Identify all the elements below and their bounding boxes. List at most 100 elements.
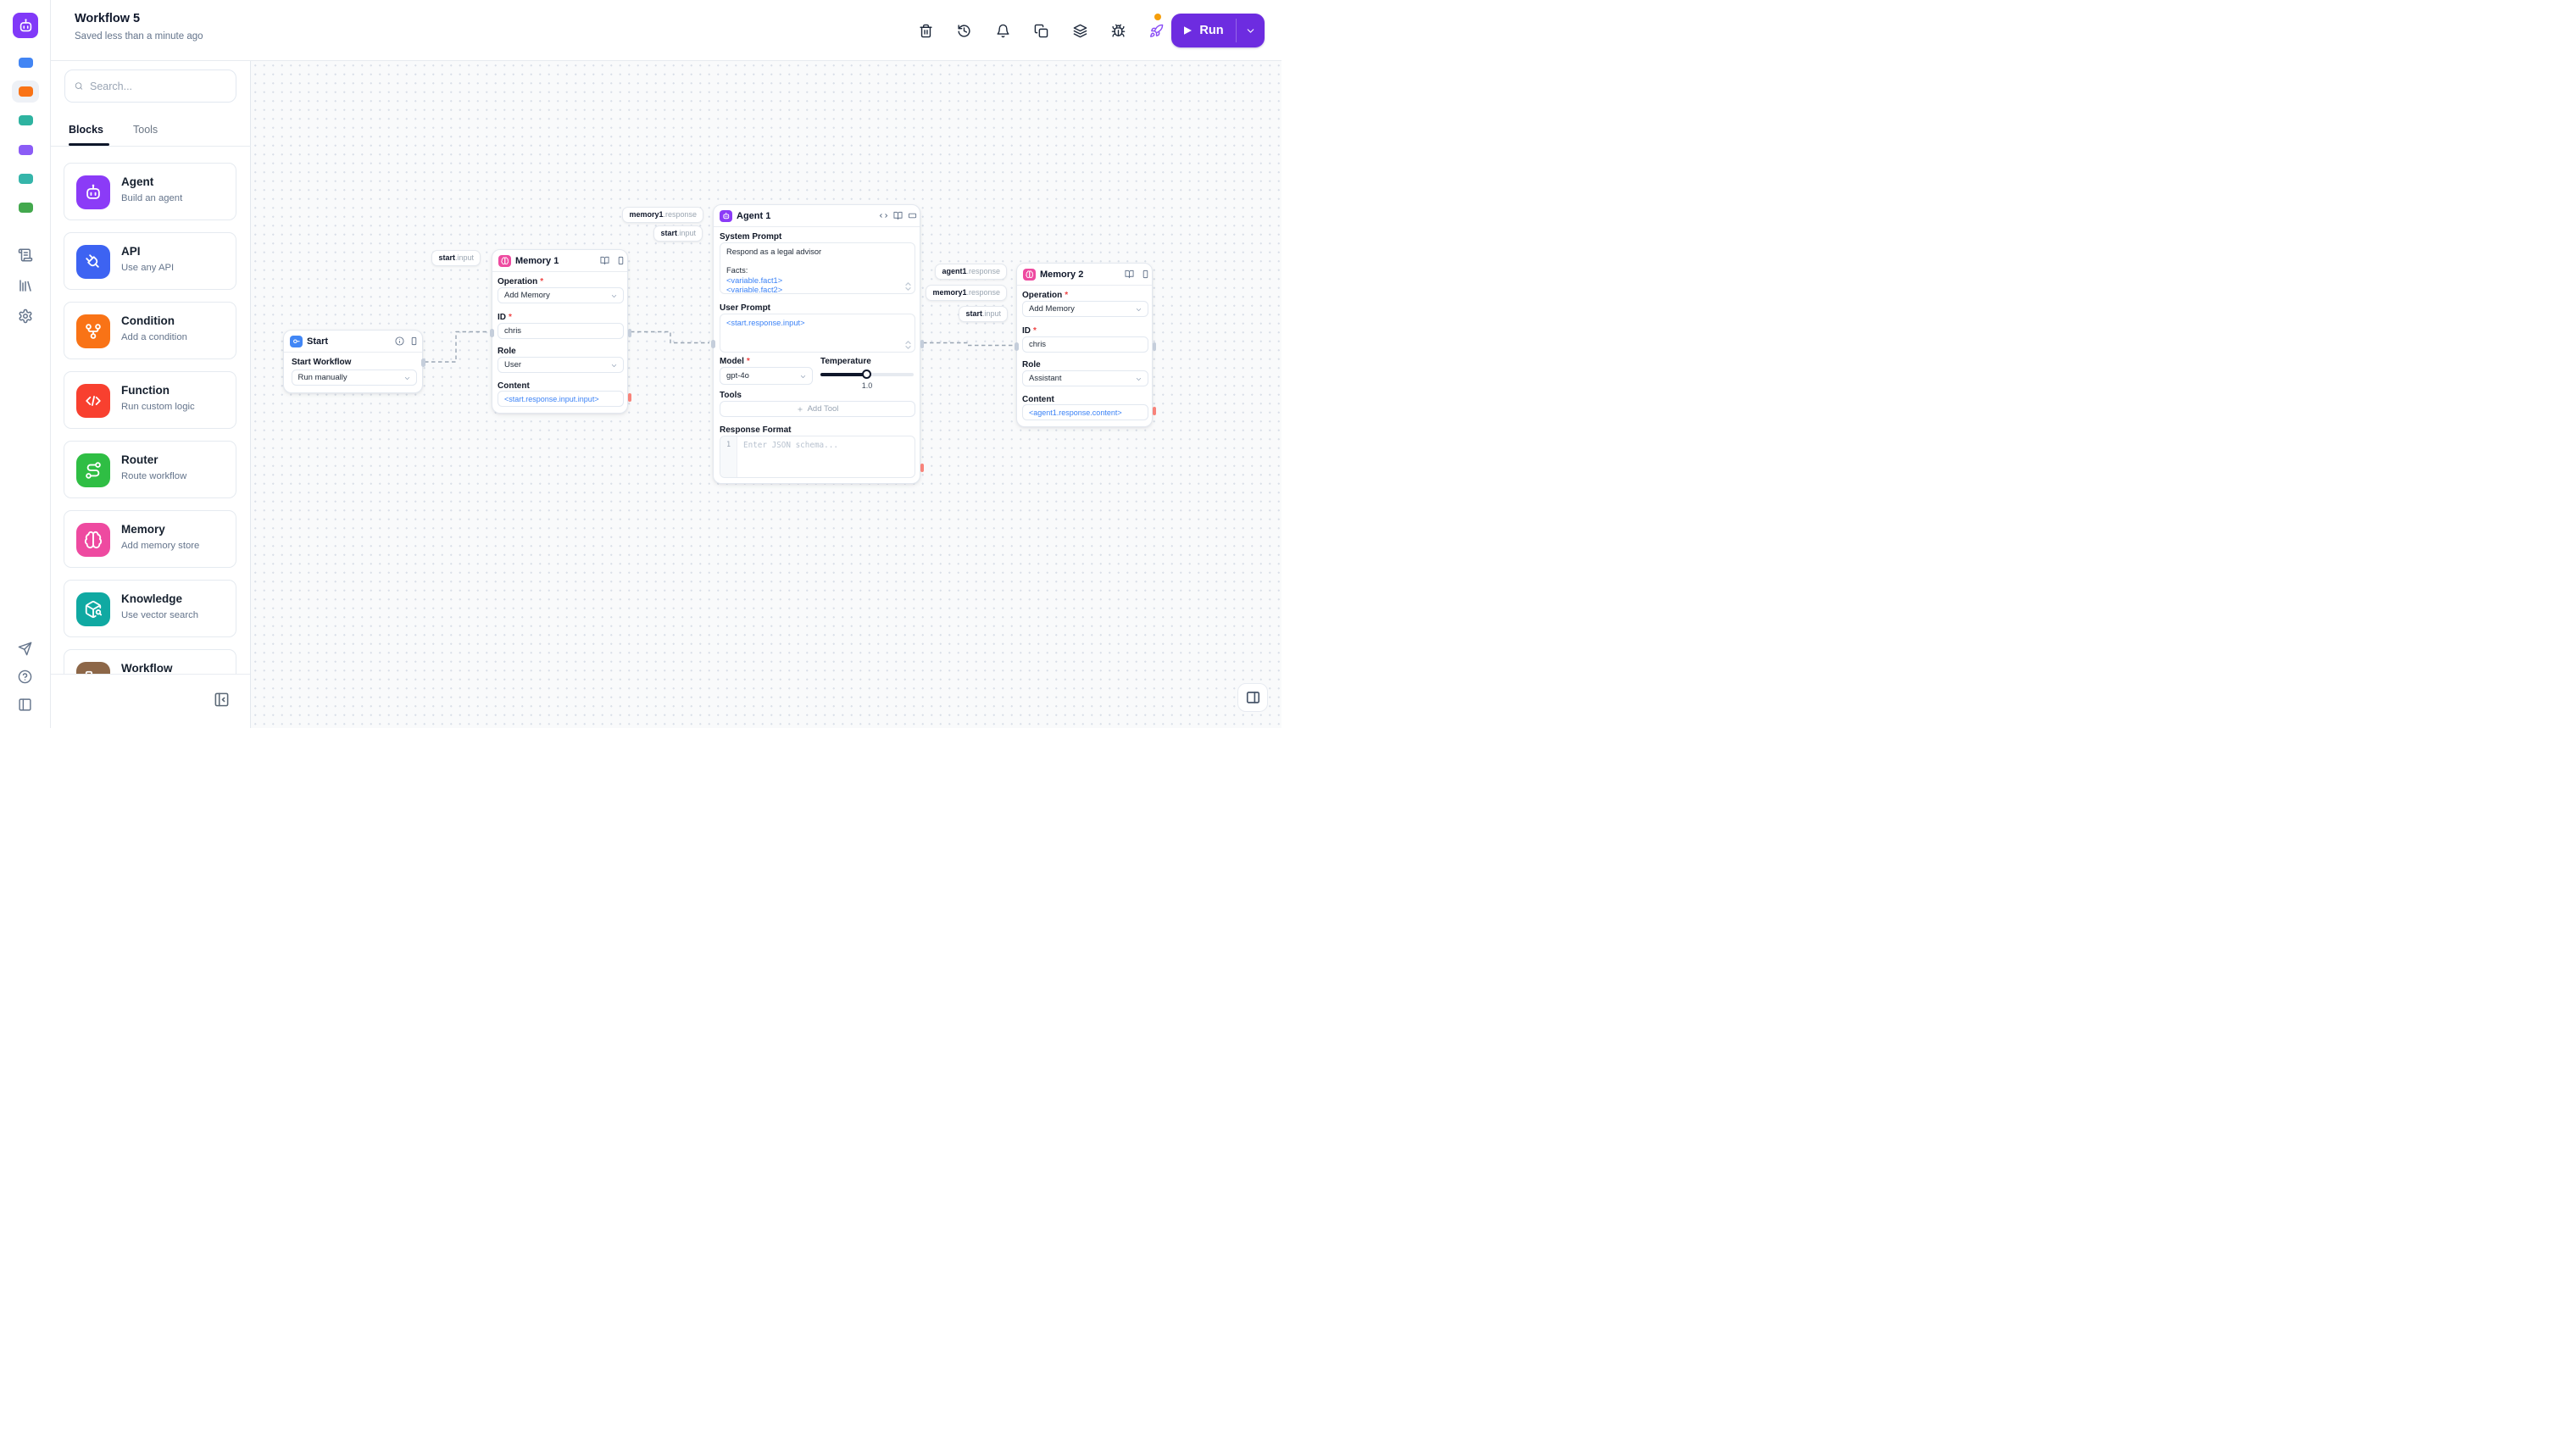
system-prompt-label: System Prompt — [720, 232, 782, 242]
block-card-memory[interactable]: Memory Add memory store — [64, 510, 236, 568]
memory1-output-handle[interactable] — [627, 328, 631, 337]
memory2-output-handle[interactable] — [1152, 342, 1156, 351]
agent1-input-handle[interactable] — [711, 339, 715, 348]
id-value: chris — [1029, 340, 1047, 349]
block-card-knowledge[interactable]: Knowledge Use vector search — [64, 580, 236, 637]
operation-label: Operation — [1022, 291, 1068, 300]
node-memory1[interactable]: Memory 1 Operation Add Memory ID chris R… — [490, 249, 631, 414]
id-input[interactable]: chris — [1022, 336, 1148, 353]
deploy-button[interactable] — [1143, 17, 1170, 44]
app-logo[interactable] — [13, 13, 38, 38]
block-title: API — [121, 245, 141, 258]
send-feedback-icon[interactable] — [18, 642, 33, 657]
block-card-function[interactable]: Function Run custom logic — [64, 371, 236, 429]
content-label: Content — [1022, 395, 1054, 404]
prompt-line: Respond as a legal advisor — [726, 247, 822, 256]
robot-icon — [19, 18, 31, 31]
search-box[interactable] — [64, 69, 236, 103]
layers-button[interactable] — [1066, 17, 1093, 44]
block-card-workflow[interactable]: Workflow — [64, 649, 236, 674]
help-icon[interactable] — [18, 670, 33, 685]
resize-icon[interactable] — [905, 282, 911, 291]
workspace-chip-4[interactable] — [19, 144, 33, 155]
collapse-node-icon[interactable] — [908, 211, 919, 222]
block-card-router[interactable]: Router Route workflow — [64, 441, 236, 498]
role-value: Assistant — [1029, 374, 1062, 383]
operation-label: Operation — [498, 277, 543, 286]
notifications-button[interactable] — [989, 17, 1016, 44]
content-input[interactable]: <start.response.input.input> — [498, 391, 624, 407]
workspace-chip-1[interactable] — [19, 58, 33, 68]
content-input[interactable]: <agent1.response.content> — [1022, 404, 1148, 420]
memory2-error-handle[interactable] — [1152, 407, 1156, 415]
workspace-chip-5[interactable] — [19, 174, 33, 184]
system-prompt-textarea[interactable]: Respond as a legal advisor Facts: <varia… — [720, 242, 915, 294]
id-input[interactable]: chris — [498, 323, 624, 339]
delete-workflow-button[interactable] — [912, 17, 939, 44]
top-header: Workflow 5 Saved less than a minute ago … — [51, 0, 1282, 61]
block-title: Memory — [121, 523, 165, 536]
operation-value: Add Memory — [1029, 304, 1075, 314]
block-card-agent[interactable]: Agent Build an agent — [64, 163, 236, 220]
panel-toggle-icon[interactable] — [18, 697, 33, 713]
workspace-chip-3[interactable] — [19, 115, 33, 125]
agent1-error-handle[interactable] — [920, 464, 924, 472]
reference-tag: agent1.response — [935, 264, 1007, 280]
memory2-input-handle[interactable] — [1015, 342, 1019, 351]
plug-icon — [76, 245, 110, 279]
run-options-button[interactable] — [1237, 14, 1265, 47]
chevron-down-icon — [611, 295, 617, 297]
tab-blocks[interactable]: Blocks — [69, 124, 103, 136]
block-card-condition[interactable]: Condition Add a condition — [64, 302, 236, 359]
duplicate-button[interactable] — [1027, 17, 1054, 44]
block-card-api[interactable]: API Use any API — [64, 232, 236, 290]
reference-tag: start.input — [431, 250, 481, 266]
memory1-input-handle[interactable] — [490, 328, 494, 337]
docs-book-icon[interactable] — [893, 211, 904, 222]
temperature-slider-fill — [820, 373, 867, 376]
docs-book-icon[interactable] — [1125, 270, 1136, 281]
panel-open-icon[interactable] — [409, 336, 420, 347]
debug-button[interactable] — [1104, 17, 1131, 44]
add-tool-button[interactable]: Add Tool — [720, 401, 915, 417]
open-side-panel-button[interactable] — [1237, 683, 1268, 712]
tab-tools[interactable]: Tools — [133, 124, 158, 136]
memory1-error-handle[interactable] — [627, 393, 631, 402]
agent1-output-handle[interactable] — [920, 339, 924, 348]
collapse-panel-button[interactable] — [210, 688, 232, 710]
role-select[interactable]: Assistant — [1022, 370, 1148, 386]
response-format-editor[interactable]: 1 Enter JSON schema... — [720, 436, 915, 478]
chevron-down-icon — [800, 375, 806, 378]
panel-open-icon[interactable] — [1141, 270, 1152, 281]
node-memory2[interactable]: Memory 2 Operation Add Memory ID chris R… — [1015, 263, 1156, 427]
model-select[interactable]: gpt-4o — [720, 367, 813, 385]
start-mode-select[interactable]: Run manually — [291, 370, 417, 386]
operation-select[interactable]: Add Memory — [1022, 301, 1148, 317]
brain-icon — [76, 523, 110, 557]
info-icon[interactable] — [395, 336, 406, 347]
settings-gear-icon[interactable] — [18, 308, 33, 324]
node-start[interactable]: Start Start Workflow Run manually — [283, 330, 425, 393]
content-label: Content — [498, 381, 530, 391]
workspace-chip-2[interactable] — [19, 86, 33, 97]
history-button[interactable] — [950, 17, 977, 44]
temperature-slider-knob[interactable] — [862, 370, 871, 379]
panel-open-icon[interactable] — [616, 256, 627, 267]
search-input[interactable] — [90, 80, 226, 92]
node-header: Start — [284, 331, 422, 353]
run-button[interactable]: Run — [1171, 14, 1265, 47]
operation-select[interactable]: Add Memory — [498, 287, 624, 303]
plus-icon — [797, 406, 803, 412]
resize-icon[interactable] — [905, 341, 911, 349]
logs-icon[interactable] — [18, 247, 33, 263]
user-prompt-textarea[interactable]: <start.response.input> — [720, 314, 915, 353]
role-select[interactable]: User — [498, 357, 624, 373]
start-workflow-label: Start Workflow — [292, 358, 352, 367]
code-view-icon[interactable] — [879, 211, 890, 222]
workspace-chip-6[interactable] — [19, 203, 33, 213]
app-rail — [0, 0, 51, 728]
start-output-handle[interactable] — [421, 358, 425, 367]
docs-book-icon[interactable] — [600, 256, 611, 267]
node-agent1[interactable]: Agent 1 System Prompt Respond as a legal… — [711, 204, 924, 484]
library-icon[interactable] — [18, 278, 33, 293]
